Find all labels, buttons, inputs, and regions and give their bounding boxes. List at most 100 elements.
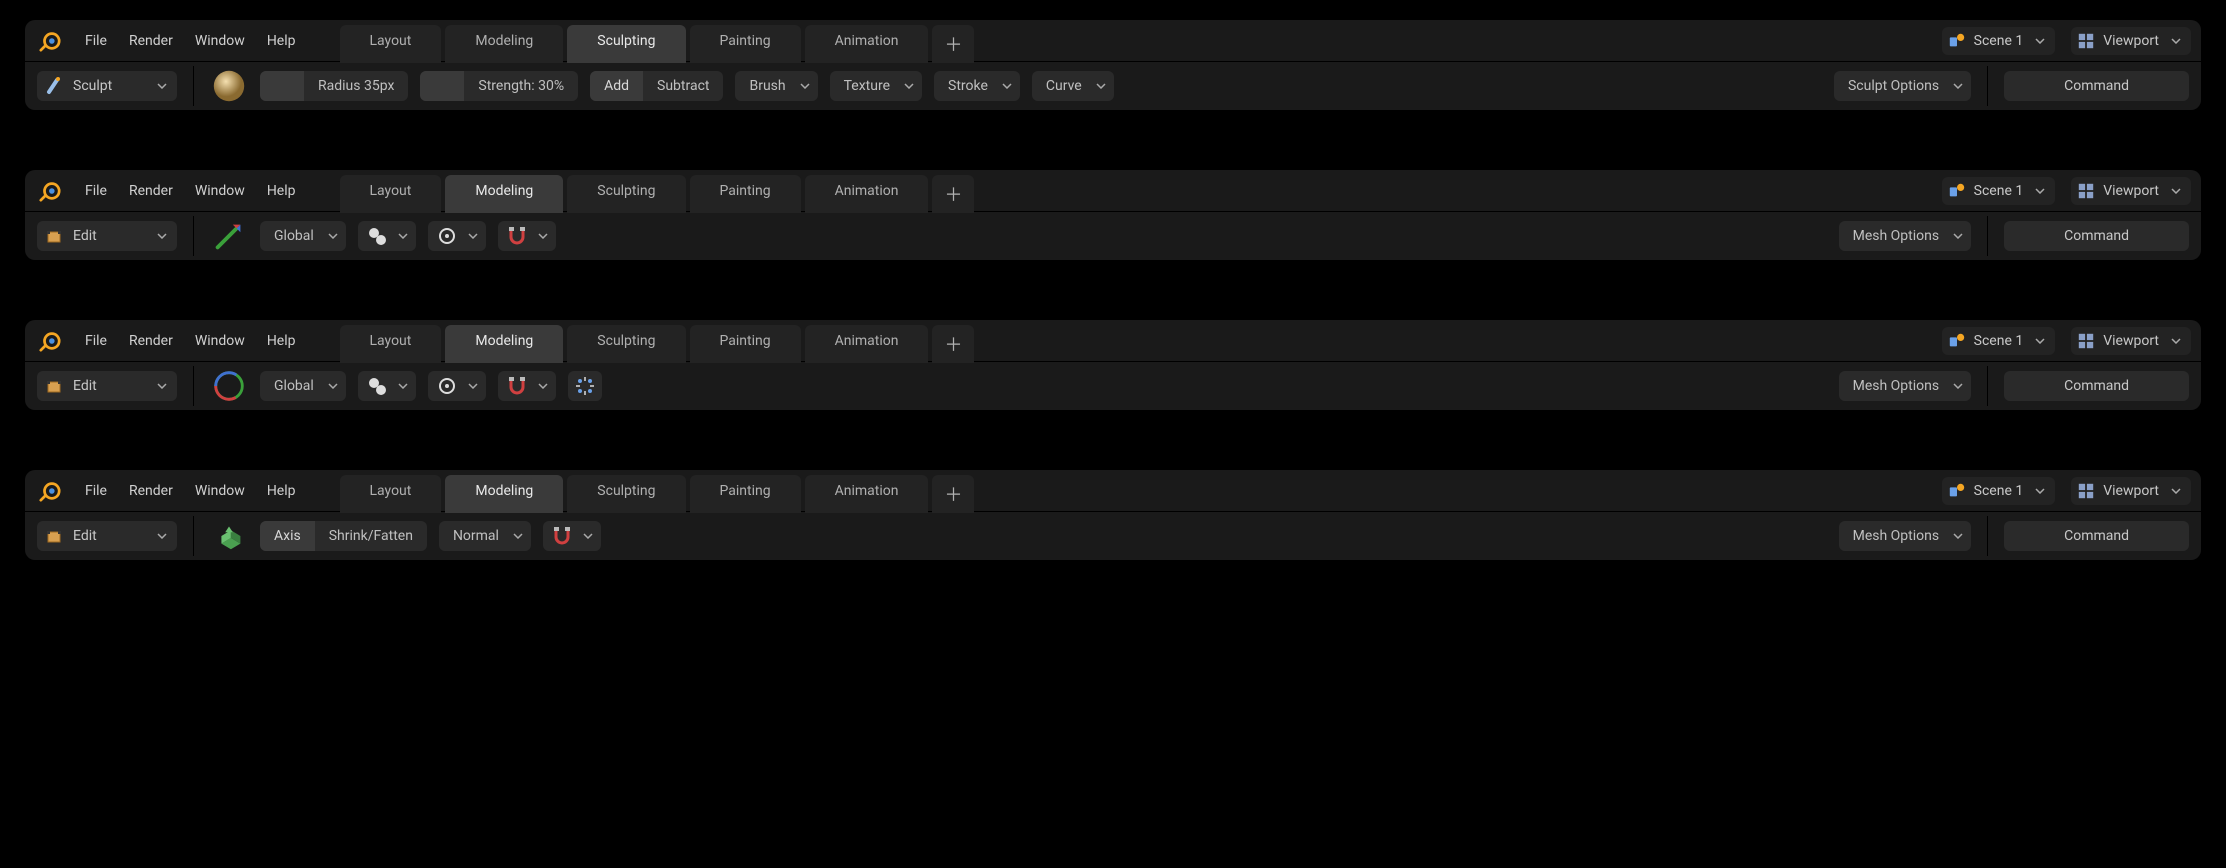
magnet-dropdown[interactable]	[498, 371, 556, 401]
chevron-down-icon	[513, 533, 523, 539]
menu-render[interactable]: Render	[121, 329, 181, 353]
curve-dropdown[interactable]: Curve	[1032, 71, 1114, 101]
stroke-dropdown[interactable]: Stroke	[934, 71, 1020, 101]
chevron-down-icon	[538, 383, 548, 389]
menu-window[interactable]: Window	[187, 29, 253, 53]
menu-file[interactable]: File	[77, 29, 115, 53]
magnet-dropdown[interactable]	[543, 521, 601, 551]
strength-control[interactable]: Strength: 30%	[420, 71, 578, 101]
pivot-dropdown[interactable]	[358, 221, 416, 251]
radius-control[interactable]: Radius 35px	[260, 71, 408, 101]
menu-render[interactable]: Render	[121, 29, 181, 53]
tab-layout[interactable]: Layout	[340, 175, 442, 213]
scene-select[interactable]: Scene 1	[1942, 27, 2056, 55]
tab-sculpting[interactable]: Sculpting	[567, 25, 685, 63]
mode-select[interactable]: Edit	[37, 371, 177, 401]
tab-painting[interactable]: Painting	[690, 475, 801, 513]
tab-animation[interactable]: Animation	[805, 25, 929, 63]
tab-painting[interactable]: Painting	[690, 325, 801, 363]
tab-painting[interactable]: Painting	[690, 25, 801, 63]
extrude-tool-icon	[210, 517, 248, 555]
texture-label: Texture	[844, 78, 890, 94]
topbar: File Render Window Help Layout Modeling …	[25, 320, 2201, 362]
tab-animation[interactable]: Animation	[805, 175, 929, 213]
menu-window[interactable]: Window	[187, 479, 253, 503]
tabs: Layout Modeling Sculpting Painting Anima…	[340, 20, 975, 63]
add-tab-button[interactable]: ＋	[932, 325, 974, 363]
orientation-dropdown[interactable]: Global	[260, 221, 346, 251]
mode-select[interactable]: Edit	[37, 521, 177, 551]
divider	[193, 366, 194, 406]
tab-layout[interactable]: Layout	[340, 325, 442, 363]
scene-select[interactable]: Scene 1	[1942, 327, 2056, 355]
edit-mode-icon	[45, 226, 65, 246]
viewport-select[interactable]: Viewport	[2071, 27, 2191, 55]
add-subtract-toggle[interactable]: Add Subtract	[590, 71, 723, 101]
add-tab-button[interactable]: ＋	[932, 475, 974, 513]
viewport-select[interactable]: Viewport	[2071, 477, 2191, 505]
snap-target-dropdown[interactable]	[428, 221, 486, 251]
add-tab-button[interactable]: ＋	[932, 175, 974, 213]
tab-animation[interactable]: Animation	[805, 475, 929, 513]
chevron-down-icon	[398, 383, 408, 389]
options-label: Mesh Options	[1853, 528, 1939, 544]
subtract-button[interactable]: Subtract	[643, 71, 723, 101]
menu-help[interactable]: Help	[259, 29, 304, 53]
scene-select[interactable]: Scene 1	[1942, 477, 2056, 505]
menu-window[interactable]: Window	[187, 329, 253, 353]
command-button[interactable]: Command	[2004, 221, 2189, 251]
shrinkfatten-button[interactable]: Shrink/Fatten	[315, 521, 427, 551]
command-button[interactable]: Command	[2004, 371, 2189, 401]
tab-animation[interactable]: Animation	[805, 325, 929, 363]
orientation-dropdown[interactable]: Global	[260, 371, 346, 401]
tab-modeling[interactable]: Modeling	[445, 325, 563, 363]
mesh-options-dropdown[interactable]: Mesh Options	[1839, 521, 1971, 551]
tabs: Layout Modeling Sculpting Painting Anima…	[340, 170, 975, 213]
tab-modeling[interactable]: Modeling	[445, 475, 563, 513]
menu-help[interactable]: Help	[259, 479, 304, 503]
command-button[interactable]: Command	[2004, 521, 2189, 551]
mode-select[interactable]: Edit	[37, 221, 177, 251]
viewport-select[interactable]: Viewport	[2071, 177, 2191, 205]
menu-render[interactable]: Render	[121, 179, 181, 203]
menu-help[interactable]: Help	[259, 329, 304, 353]
scene-select[interactable]: Scene 1	[1942, 177, 2056, 205]
brush-dropdown[interactable]: Brush	[735, 71, 817, 101]
axis-shrinkfatten-toggle[interactable]: Axis Shrink/Fatten	[260, 521, 427, 551]
tab-sculpting[interactable]: Sculpting	[567, 175, 685, 213]
tab-modeling[interactable]: Modeling	[445, 25, 563, 63]
axis-button[interactable]: Axis	[260, 521, 315, 551]
app-logo-icon	[39, 330, 61, 352]
mode-select[interactable]: Sculpt	[37, 71, 177, 101]
pivot-dropdown[interactable]	[358, 371, 416, 401]
menu-help[interactable]: Help	[259, 179, 304, 203]
tab-sculpting[interactable]: Sculpting	[567, 475, 685, 513]
normal-dropdown[interactable]: Normal	[439, 521, 531, 551]
mesh-options-dropdown[interactable]: Mesh Options	[1839, 221, 1971, 251]
tab-layout[interactable]: Layout	[340, 25, 442, 63]
tab-sculpting[interactable]: Sculpting	[567, 325, 685, 363]
menu-file[interactable]: File	[77, 179, 115, 203]
viewport-select[interactable]: Viewport	[2071, 327, 2191, 355]
menu-file[interactable]: File	[77, 479, 115, 503]
magnet-icon	[551, 525, 573, 547]
mesh-options-dropdown[interactable]: Mesh Options	[1839, 371, 1971, 401]
texture-dropdown[interactable]: Texture	[830, 71, 922, 101]
chevron-down-icon	[328, 383, 338, 389]
snap-target-dropdown[interactable]	[428, 371, 486, 401]
magnet-dropdown[interactable]	[498, 221, 556, 251]
menu-window[interactable]: Window	[187, 179, 253, 203]
command-button[interactable]: Command	[2004, 71, 2189, 101]
tab-painting[interactable]: Painting	[690, 175, 801, 213]
menu-render[interactable]: Render	[121, 479, 181, 503]
menu-file[interactable]: File	[77, 329, 115, 353]
add-tab-button[interactable]: ＋	[932, 25, 974, 63]
tab-modeling[interactable]: Modeling	[445, 175, 563, 213]
proportional-edit-button[interactable]	[568, 371, 602, 401]
add-button[interactable]: Add	[590, 71, 643, 101]
sculpt-options-dropdown[interactable]: Sculpt Options	[1834, 71, 1971, 101]
tab-layout[interactable]: Layout	[340, 475, 442, 513]
divider	[1987, 216, 1988, 256]
divider	[1987, 366, 1988, 406]
normal-label: Normal	[453, 528, 499, 544]
